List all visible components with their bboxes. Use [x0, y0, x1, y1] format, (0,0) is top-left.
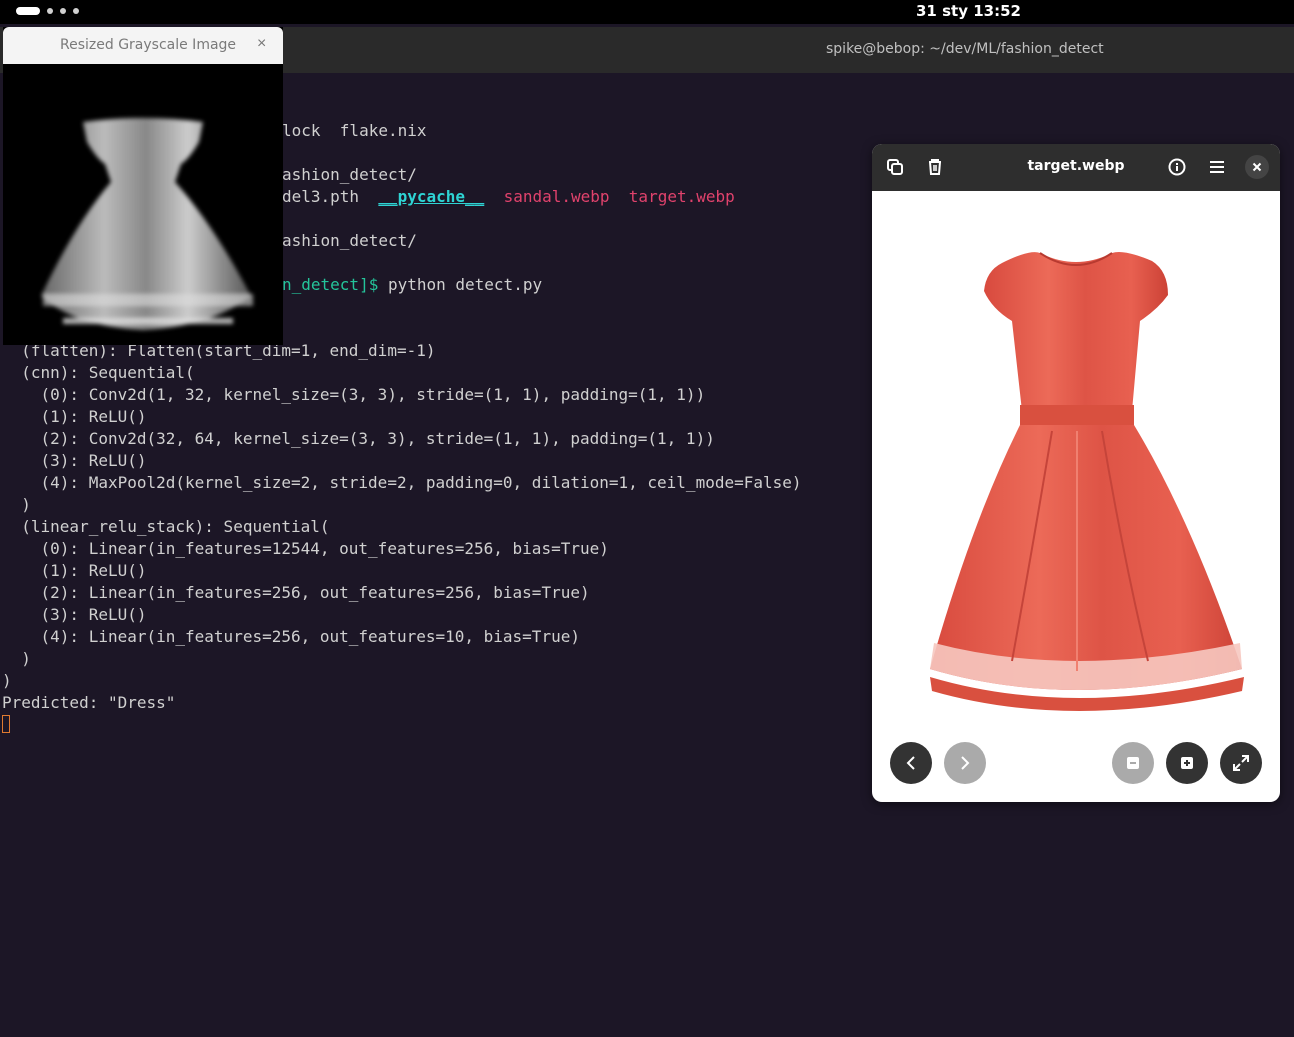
model-line: (cnn): Sequential(: [2, 363, 195, 382]
terminal-line: ashion_detect/: [282, 165, 417, 184]
fullscreen-icon[interactable]: [1220, 742, 1262, 784]
ls-directory: __pycache__: [378, 187, 485, 206]
model-line: (3): ReLU(): [2, 605, 147, 624]
prediction-line: Predicted: "Dress": [2, 693, 176, 712]
prompt: n_detect]$: [282, 275, 379, 294]
terminal-cursor: [2, 715, 10, 733]
zoom-out-icon[interactable]: [1112, 742, 1154, 784]
top-bar: 31 sty 13:52: [0, 0, 1294, 24]
ls-image-file: sandal.webp: [503, 187, 610, 206]
ls-file: del3.pth: [282, 187, 379, 206]
model-line: (1): ReLU(): [2, 407, 147, 426]
close-icon[interactable]: [1245, 155, 1269, 179]
next-icon[interactable]: [944, 742, 986, 784]
workspace-indicator[interactable]: [60, 8, 66, 14]
model-line: ): [2, 671, 12, 690]
model-line: (4): MaxPool2d(kernel_size=2, stride=2, …: [2, 473, 802, 492]
grayscale-image: [3, 64, 283, 345]
terminal-prompt-line: n_detect]$ python detect.py: [282, 275, 542, 295]
model-line: ): [2, 495, 31, 514]
model-line: (4): Linear(in_features=256, out_feature…: [2, 627, 580, 646]
terminal-line: lock flake.nix: [282, 121, 427, 140]
info-icon[interactable]: [1166, 156, 1188, 178]
terminal-line: del3.pth __pycache__ sandal.webp target.…: [282, 187, 735, 207]
previous-icon[interactable]: [890, 742, 932, 784]
menu-icon[interactable]: [1206, 156, 1228, 178]
workspace-indicator[interactable]: [73, 8, 79, 14]
zoom-in-icon[interactable]: [1166, 742, 1208, 784]
grayscale-titlebar[interactable]: Resized Grayscale Image ×: [3, 27, 283, 64]
command: python detect.py: [378, 275, 543, 294]
model-line: (3): ReLU(): [2, 451, 147, 470]
model-line: (2): Linear(in_features=256, out_feature…: [2, 583, 590, 602]
workspace-indicator[interactable]: [47, 8, 53, 14]
terminal-title: spike@bebop: ~/dev/ML/fashion_detect: [826, 41, 1104, 57]
grayscale-window[interactable]: Resized Grayscale Image ×: [3, 27, 283, 345]
dress-photo: [872, 191, 1280, 731]
model-line: ): [2, 649, 31, 668]
close-icon[interactable]: ×: [257, 35, 266, 53]
grayscale-window-title: Resized Grayscale Image: [60, 37, 237, 53]
viewer-headerbar: target.webp: [872, 144, 1280, 191]
ls-image-file: target.webp: [628, 187, 735, 206]
model-line: (1): ReLU(): [2, 561, 147, 580]
model-line: (linear_relu_stack): Sequential(: [2, 517, 330, 536]
clock[interactable]: 31 sty 13:52: [916, 2, 1021, 20]
model-line: (2): Conv2d(32, 64, kernel_size=(3, 3), …: [2, 429, 715, 448]
model-line: (0): Linear(in_features=12544, out_featu…: [2, 539, 609, 558]
terminal-line: ashion_detect/: [282, 231, 417, 250]
image-viewer-window[interactable]: target.webp: [872, 144, 1280, 802]
workspace-indicator-active[interactable]: [16, 7, 40, 15]
model-line: (0): Conv2d(1, 32, kernel_size=(3, 3), s…: [2, 385, 706, 404]
